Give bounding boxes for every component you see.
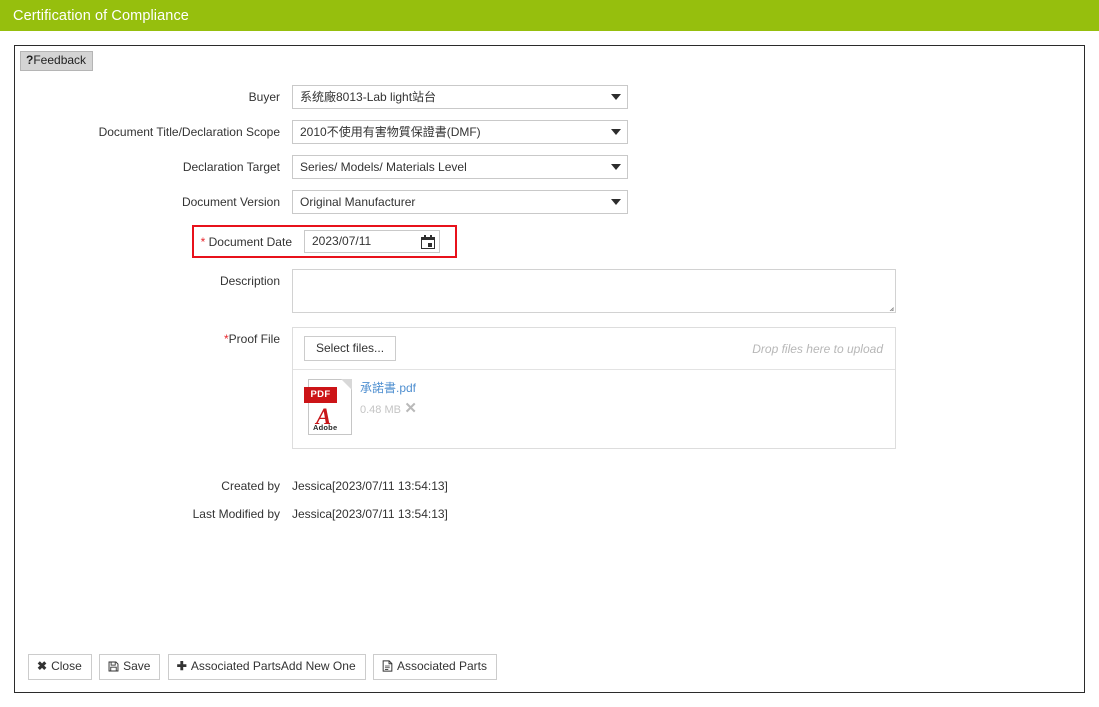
label-description: Description	[219, 274, 280, 288]
select-document-title[interactable]: 2010不使用有害物質保證書(DMF)	[292, 120, 628, 144]
row-document-version: Document Version Original Manufacturer	[15, 190, 1084, 214]
document-date-highlight-box: * Document Date 2023/07/11	[192, 225, 457, 258]
tab-feedback-label: Feedback	[33, 53, 87, 67]
row-description: Description	[15, 269, 1084, 313]
row-last-modified-by: Last Modified by Jessica[2023/07/11 13:5…	[15, 503, 1084, 525]
close-icon: ✖	[37, 659, 48, 673]
input-document-date[interactable]: 2023/07/11	[304, 230, 440, 253]
select-document-version[interactable]: Original Manufacturer	[292, 190, 628, 214]
row-proof-file: *Proof File Select files... Drop files h…	[15, 327, 1084, 449]
footer-toolbar: ✖ Close Save ✚ Associated PartsAdd New One…	[15, 654, 1084, 692]
associated-parts-button[interactable]: Associated Parts	[372, 654, 498, 680]
document-date-value: 2023/07/11	[312, 234, 372, 248]
chevron-down-icon	[611, 94, 621, 100]
select-buyer-value: 系统廠8013-Lab light站台	[300, 90, 437, 104]
list-item: PDF A Adobe 承諾書.pdf 0.48 MB ✕	[304, 379, 895, 435]
close-button[interactable]: ✖ Close	[28, 654, 92, 680]
created-by-value: Jessica[2023/07/11 13:54:13]	[292, 479, 448, 493]
window-title-bar: Certification of Compliance	[0, 0, 1099, 31]
label-document-date: * Document Date	[194, 232, 304, 252]
label-declaration-target: Declaration Target	[182, 160, 280, 174]
textarea-description[interactable]	[292, 269, 896, 313]
add-new-one-label: Add New One	[280, 659, 356, 673]
row-document-title: Document Title/Declaration Scope 2010不使用…	[15, 120, 1084, 144]
last-modified-by-value: Jessica[2023/07/11 13:54:13]	[292, 507, 448, 521]
remove-file-icon[interactable]: ✕	[404, 401, 417, 417]
associated-parts-button-label: Associated Parts	[396, 659, 488, 673]
document-icon	[382, 660, 393, 673]
chevron-down-icon	[611, 164, 621, 170]
save-button-label: Save	[123, 659, 151, 673]
select-document-title-value: 2010不使用有害物質保證書(DMF)	[300, 125, 481, 139]
adobe-brand-label: Adobe	[313, 423, 338, 432]
pdf-badge-label: PDF	[304, 387, 337, 403]
row-document-date: * Document Date 2023/07/11	[15, 225, 1084, 258]
chevron-down-icon	[611, 129, 621, 135]
label-document-date-text: Document Date	[205, 234, 292, 249]
row-buyer: Buyer 系统廠8013-Lab light站台	[15, 85, 1084, 109]
add-new-one-button[interactable]: ✚ Associated PartsAdd New One	[167, 654, 366, 680]
page-body: ?Feedback Buyer 系统廠8013-Lab light站台 Docu…	[0, 31, 1099, 707]
select-declaration-target[interactable]: Series/ Models/ Materials Level	[292, 155, 628, 179]
label-created-by: Created by	[221, 479, 280, 493]
calendar-icon[interactable]	[421, 234, 435, 249]
save-button[interactable]: Save	[99, 654, 161, 680]
select-buyer[interactable]: 系统廠8013-Lab light站台	[292, 85, 628, 109]
label-document-title: Document Title/Declaration Scope	[98, 125, 280, 139]
select-files-button[interactable]: Select files...	[304, 336, 397, 361]
row-declaration-target: Declaration Target Series/ Models/ Mater…	[15, 155, 1084, 179]
close-button-label: Close	[51, 659, 82, 673]
label-proof-file-text: Proof File	[228, 332, 280, 346]
file-name-link[interactable]: 承諾書.pdf	[360, 381, 417, 396]
file-size-label: 0.48 MB	[360, 404, 401, 416]
select-declaration-target-value: Series/ Models/ Materials Level	[300, 160, 467, 174]
add-new-one-button-label: Associated Parts	[190, 659, 281, 673]
file-meta: 承諾書.pdf 0.48 MB ✕	[360, 379, 417, 435]
drop-files-hint: Drop files here to upload	[752, 341, 883, 356]
label-last-modified-by: Last Modified by	[192, 507, 280, 521]
compliance-form: Buyer 系统廠8013-Lab light站台 Document Title…	[15, 68, 1084, 525]
pdf-file-icon: PDF A Adobe	[304, 379, 352, 435]
label-proof-file: *Proof File	[15, 327, 292, 351]
row-created-by: Created by Jessica[2023/07/11 13:54:13]	[15, 475, 1084, 497]
upload-widget: Select files... Drop files here to uploa…	[292, 327, 896, 449]
upload-toolbar: Select files... Drop files here to uploa…	[293, 328, 895, 370]
plus-icon: ✚	[176, 659, 187, 673]
chevron-down-icon	[611, 199, 621, 205]
page-title: Certification of Compliance	[13, 7, 189, 24]
label-buyer: Buyer	[248, 90, 280, 104]
resize-handle-icon[interactable]	[882, 299, 894, 311]
tab-feedback[interactable]: ?Feedback	[20, 51, 94, 71]
select-document-version-value: Original Manufacturer	[300, 195, 416, 209]
content-panel: ?Feedback Buyer 系统廠8013-Lab light站台 Docu…	[14, 45, 1085, 693]
label-document-version: Document Version	[181, 195, 280, 209]
uploaded-file-list: PDF A Adobe 承諾書.pdf 0.48 MB ✕	[293, 370, 895, 448]
save-icon	[108, 660, 119, 673]
tab-strip: ?Feedback	[15, 46, 1084, 71]
